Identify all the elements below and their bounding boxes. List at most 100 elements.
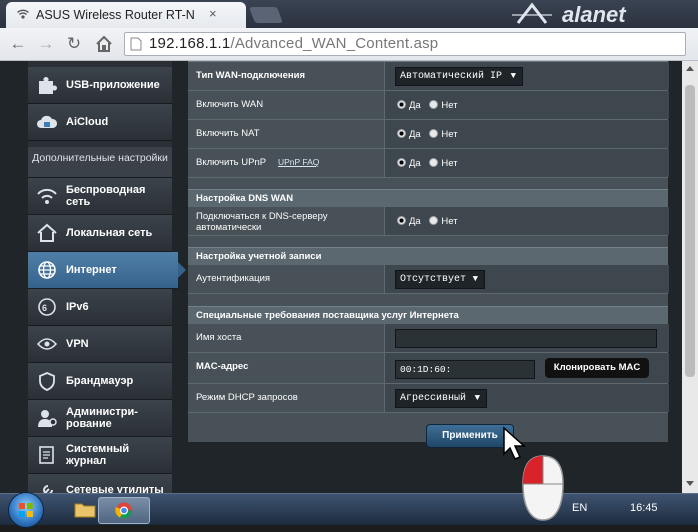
sidebar-item-label: Администри-рование	[66, 406, 138, 430]
sidebar-item-administration[interactable]: Администри-рование	[28, 400, 172, 437]
browser-tab[interactable]: ASUS Wireless Router RT-N ×	[6, 2, 246, 28]
enable-nat-yes-radio[interactable]	[397, 129, 406, 138]
auth-row: Аутентификация Отсутствует ▼	[188, 265, 669, 294]
sidebar-item-aicloud[interactable]: AiCloud	[28, 104, 172, 141]
scrollbar-thumb[interactable]	[685, 85, 695, 377]
alanet-logo: alanet	[512, 2, 627, 27]
dhcp-mode-value: Агрессивный	[400, 393, 467, 404]
page-scrollbar[interactable]	[682, 61, 698, 493]
apply-button[interactable]: Применить	[426, 424, 514, 448]
dropdown-arrow-icon: ▼	[510, 71, 516, 81]
wan-type-value: Автоматический IP	[400, 71, 503, 82]
sidebar-item-label: Локальная сеть	[66, 227, 153, 239]
vpn-icon	[36, 338, 58, 350]
wireless-router-icon	[17, 9, 29, 19]
scroll-down-arrow-icon[interactable]	[686, 481, 694, 486]
home-icon[interactable]	[94, 34, 114, 54]
sidebar-item-wireless[interactable]: Беспроводная сеть	[28, 178, 172, 215]
language-indicator[interactable]: EN	[572, 502, 587, 514]
enable-nat-no-radio[interactable]	[429, 129, 439, 138]
wan-type-cell: Автоматический IP ▼	[384, 62, 669, 90]
sidebar-item-syslog[interactable]: Системный журнал	[28, 437, 172, 474]
cloud-icon	[37, 115, 58, 128]
log-icon	[39, 446, 54, 464]
clone-mac-button[interactable]: Клонировать MAC	[545, 358, 649, 378]
reload-icon[interactable]: ↻	[64, 34, 84, 54]
back-arrow-icon[interactable]: ←	[8, 34, 28, 54]
dns-section-title: Настройка DNS WAN	[196, 193, 294, 204]
enable-upnp-radio-group: Да Нет	[397, 158, 458, 169]
forward-arrow-icon[interactable]: →	[36, 34, 56, 54]
scroll-up-arrow-icon[interactable]	[686, 66, 694, 71]
address-path: /Advanced_WAN_Content.asp	[230, 35, 439, 52]
svg-text:alanet: alanet	[562, 2, 627, 27]
sidebar-item-ipv6[interactable]: 6 IPv6	[28, 289, 172, 326]
svg-text:6: 6	[42, 303, 47, 313]
active-indicator	[178, 262, 186, 278]
auth-value: Отсутствует	[400, 274, 467, 285]
dns-auto-no-radio[interactable]	[429, 216, 439, 225]
auth-cell: Отсутствует ▼	[384, 265, 669, 293]
mac-label: MAC-адрес	[196, 361, 249, 372]
chrome-icon	[115, 502, 132, 519]
sidebar-item-network-tools[interactable]: Сетевые утилиты	[28, 474, 172, 493]
sidebar-item-lan[interactable]: Локальная сеть	[28, 215, 172, 252]
page-icon	[130, 37, 142, 51]
dns-auto-label: Подключаться к DNS-серверу автоматически	[196, 211, 328, 233]
enable-nat-cell: Да Нет	[384, 120, 669, 148]
shield-icon	[39, 372, 55, 391]
clock[interactable]: 16:45	[630, 502, 658, 514]
dns-auto-cell: Да Нет	[384, 207, 669, 235]
sidebar-item-internet[interactable]: Интернет	[28, 252, 186, 289]
dns-auto-radio-group: Да Нет	[397, 216, 458, 227]
tools-icon	[43, 485, 53, 493]
enable-wan-no-radio[interactable]	[429, 100, 439, 109]
enable-upnp-no-radio[interactable]	[429, 158, 439, 167]
radio-label-no: Нет	[441, 100, 458, 111]
sidebar-item-vpn[interactable]: VPN	[28, 326, 172, 363]
enable-upnp-yes-radio[interactable]	[397, 158, 406, 167]
hostname-row: Имя хоста	[188, 324, 669, 353]
sidebar-section-advanced: Дополнительные настройки	[28, 147, 172, 178]
mouse-click-indicator-icon	[522, 455, 564, 521]
auth-select[interactable]: Отсутствует ▼	[395, 270, 485, 289]
account-section-header: Настройка учетной записи	[188, 247, 668, 265]
isp-section-header: Специальные требования поставщика услуг …	[188, 306, 668, 324]
start-button[interactable]	[8, 492, 44, 528]
dns-auto-yes-radio[interactable]	[397, 216, 406, 225]
section-header-label: Дополнительные настройки	[32, 152, 168, 164]
sidebar-item-label: IPv6	[66, 301, 89, 313]
sidebar-item-usb[interactable]: USB-приложение	[28, 67, 172, 104]
radio-label-no: Нет	[441, 129, 458, 140]
enable-upnp-label: Включить UPnP	[196, 157, 267, 168]
sidebar-item-label: Брандмауэр	[66, 375, 134, 387]
taskbar-chrome-button[interactable]	[98, 497, 150, 524]
dns-auto-row: Подключаться к DNS-серверу автоматически…	[188, 207, 669, 236]
dhcp-mode-select[interactable]: Агрессивный ▼	[395, 389, 487, 408]
mac-input[interactable]: 00:1D:60:	[395, 360, 535, 379]
hostname-cell	[384, 324, 669, 352]
browser-tab-strip: ASUS Wireless Router RT-N × alanet	[0, 0, 698, 28]
enable-wan-cell: Да Нет	[384, 91, 669, 119]
upnp-faq-link[interactable]: UPnP FAQ	[278, 157, 319, 167]
enable-nat-radio-group: Да Нет	[397, 129, 458, 140]
windows-taskbar: EN 16:45	[0, 492, 698, 528]
mac-cell: 00:1D:60: Клонировать MAC	[384, 353, 669, 383]
hostname-label: Имя хоста	[196, 332, 242, 343]
new-tab-button[interactable]	[249, 7, 283, 23]
tab-close-icon[interactable]: ×	[209, 6, 217, 21]
radio-label-yes: Да	[409, 100, 421, 111]
wan-type-select[interactable]: Автоматический IP ▼	[395, 67, 523, 86]
enable-nat-row: Включить NAT Да Нет	[188, 120, 669, 149]
dropdown-arrow-icon: ▼	[472, 274, 478, 284]
enable-upnp-cell: Да Нет	[384, 149, 669, 177]
enable-wan-radio-group: Да Нет	[397, 100, 458, 111]
radio-label-yes: Да	[409, 129, 421, 140]
dropdown-arrow-icon: ▼	[474, 393, 480, 403]
hostname-input[interactable]	[395, 329, 657, 348]
wan-type-row: Тип WAN-подключения Автоматический IP ▼	[188, 62, 669, 91]
address-bar[interactable]: 192.168.1.1/Advanced_WAN_Content.asp	[124, 32, 686, 56]
sidebar-item-firewall[interactable]: Брандмауэр	[28, 363, 172, 400]
enable-wan-yes-radio[interactable]	[397, 100, 406, 109]
isp-section-title: Специальные требования поставщика услуг …	[196, 310, 459, 321]
